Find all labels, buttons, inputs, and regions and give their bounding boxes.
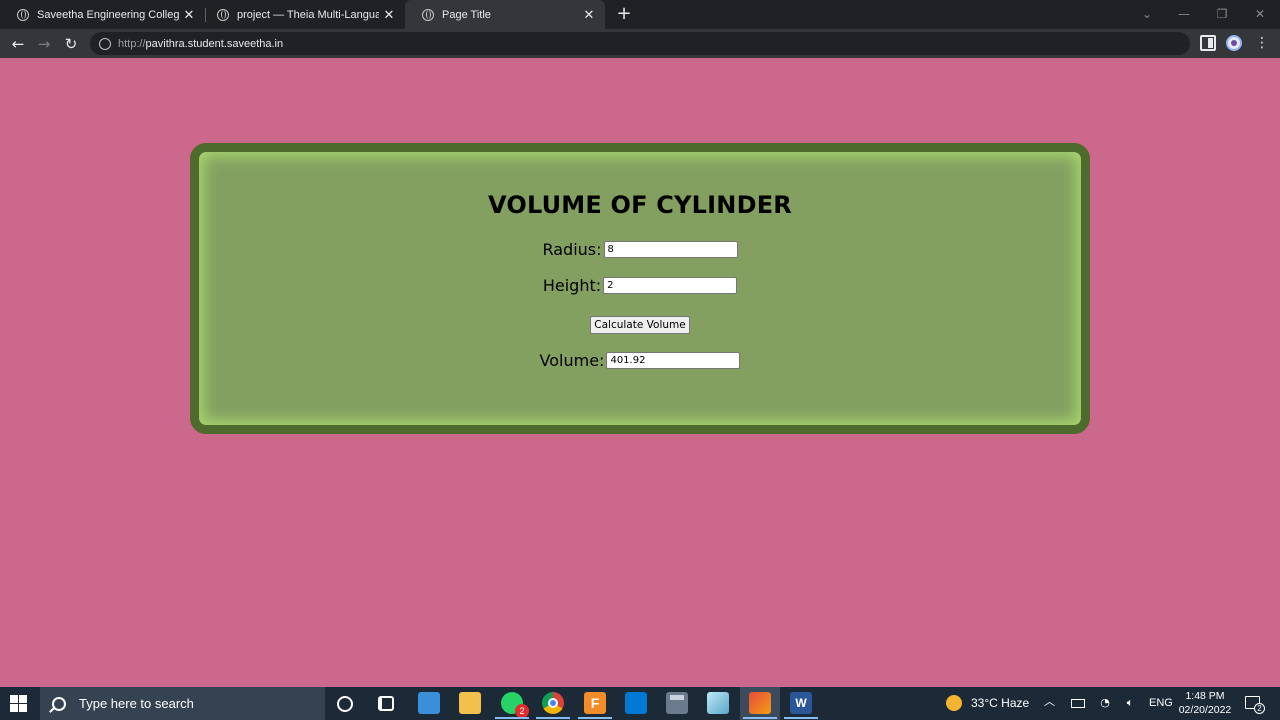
side-panel-icon[interactable] (1200, 35, 1216, 51)
tab-title: Saveetha Engineering College (37, 8, 179, 21)
radius-label: Radius: (542, 240, 602, 259)
volume-row: Volume: (199, 351, 1081, 370)
tab-page-title[interactable]: Page Title ✕ (405, 0, 605, 29)
site-info-icon[interactable] (99, 37, 111, 50)
notification-count: 2 (1254, 703, 1265, 714)
browser-toolbar: ← → ↻ http://pavithra.student.saveetha.i… (0, 29, 1280, 58)
tab-theia-project[interactable]: project — Theia Multi-Language ✕ (200, 0, 405, 29)
volume-label: Volume: (539, 351, 605, 370)
forward-arrow-icon[interactable]: → (33, 33, 55, 55)
clock[interactable]: 1:48 PM 02/20/2022 (1176, 689, 1234, 717)
calculate-volume-button[interactable]: Calculate Volume (590, 316, 690, 334)
volume-icon[interactable]: 🔈︎ (1123, 697, 1137, 709)
close-icon[interactable]: ✕ (379, 7, 399, 23)
task-view-icon[interactable] (378, 696, 394, 711)
height-row: Height: (199, 276, 1081, 295)
height-input[interactable] (603, 277, 738, 294)
windows-start-icon[interactable] (10, 695, 27, 712)
wifi-icon[interactable]: ◔ (1098, 697, 1112, 709)
app-icon[interactable] (707, 692, 729, 714)
height-label: Height: (542, 276, 602, 295)
globe-icon (217, 8, 229, 21)
tab-search-icon[interactable]: ⌄ (1137, 4, 1157, 24)
volume-output[interactable] (606, 352, 741, 369)
tab-title: project — Theia Multi-Language (237, 8, 379, 21)
radius-input[interactable] (603, 241, 738, 258)
minimize-icon[interactable]: — (1174, 4, 1194, 24)
address-bar[interactable]: http://pavithra.student.saveetha.in (90, 32, 1190, 55)
url-text: http://pavithra.student.saveetha.in (118, 37, 284, 50)
cortana-icon[interactable] (337, 696, 353, 712)
chevron-up-icon[interactable]: ︿ (1044, 696, 1056, 708)
close-icon[interactable]: ✕ (579, 7, 599, 23)
weather-icon[interactable] (946, 695, 962, 711)
notification-icon[interactable]: 2 (1245, 696, 1265, 714)
word-icon[interactable]: W (784, 692, 818, 719)
browser-tab-strip: Saveetha Engineering College ✕ project —… (0, 0, 1280, 29)
language-indicator[interactable]: ENG (1149, 697, 1173, 709)
whatsapp-icon[interactable]: 2 (495, 692, 529, 719)
battery-icon[interactable] (1071, 699, 1085, 708)
radius-row: Radius: (199, 240, 1081, 259)
close-icon[interactable]: ✕ (179, 7, 199, 23)
back-arrow-icon[interactable]: ← (7, 33, 29, 55)
menu-icon[interactable]: ⋮ (1254, 35, 1270, 51)
windows-taskbar: Type here to search 2 F W 33°C Haze ︿ ◔ … (0, 687, 1280, 720)
f-app-icon[interactable]: F (578, 692, 612, 719)
reload-icon[interactable]: ↻ (60, 33, 82, 55)
globe-icon (17, 8, 29, 21)
calculator-card: VOLUME OF CYLINDER Radius: Height: Calcu… (190, 143, 1090, 434)
search-placeholder: Type here to search (79, 696, 194, 711)
globe-icon (422, 8, 434, 21)
clock-time: 1:48 PM (1185, 690, 1225, 702)
paint-icon[interactable] (743, 692, 777, 719)
search-icon (52, 696, 66, 711)
weather-text[interactable]: 33°C Haze (971, 696, 1029, 710)
whatsapp-badge: 2 (515, 704, 529, 718)
taskbar-search-box[interactable]: Type here to search (40, 687, 325, 720)
vscode-icon[interactable] (625, 692, 647, 714)
store-icon[interactable] (418, 692, 440, 714)
chrome-icon[interactable] (536, 692, 570, 719)
file-explorer-icon[interactable] (459, 692, 481, 714)
page-heading: VOLUME OF CYLINDER (488, 191, 792, 219)
window-close-icon[interactable]: ✕ (1250, 4, 1270, 24)
new-tab-button[interactable]: + (614, 4, 634, 24)
tab-title: Page Title (442, 8, 491, 21)
tab-saveetha[interactable]: Saveetha Engineering College ✕ (0, 0, 205, 29)
clock-date: 02/20/2022 (1178, 704, 1232, 716)
calculator-icon[interactable] (666, 692, 688, 714)
restore-icon[interactable]: ❐ (1212, 4, 1232, 24)
profile-icon[interactable] (1226, 35, 1242, 51)
